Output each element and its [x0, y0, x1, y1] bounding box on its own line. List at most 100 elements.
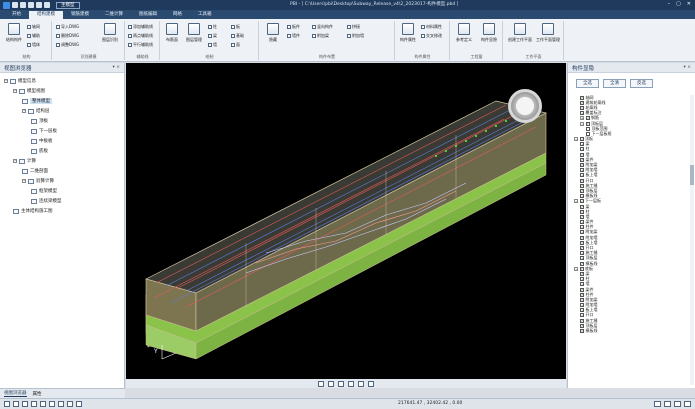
visibility-checkbox[interactable] — [580, 256, 584, 261]
material-properties-button[interactable]: 材料属性 — [421, 24, 442, 30]
layer-manage-button[interactable]: 图层管理 — [183, 23, 205, 43]
wall-button[interactable]: 墙体 — [27, 42, 40, 48]
invert-selection-button[interactable]: 反选 — [630, 79, 653, 88]
layer-recognition-button[interactable]: 图层识别 — [99, 23, 121, 43]
visibility-checkbox[interactable] — [579, 136, 584, 141]
component-wall-button[interactable]: 墙件 — [287, 33, 300, 39]
extra-wall-button[interactable]: 附加墙 — [347, 33, 364, 39]
scrollbar-thumb[interactable] — [690, 165, 694, 185]
expand-toggle-icon[interactable]: − — [574, 199, 578, 204]
visibility-checkbox[interactable] — [580, 173, 584, 178]
visibility-checkbox[interactable] — [580, 111, 584, 116]
view-iso-icon[interactable] — [358, 380, 364, 387]
visibility-checkbox[interactable] — [580, 183, 584, 188]
visibility-checkbox[interactable] — [580, 95, 584, 100]
foundation-button[interactable]: 基础 — [231, 33, 244, 39]
visibility-checkbox[interactable] — [580, 277, 584, 282]
view-grid-icon[interactable] — [368, 380, 374, 387]
view-tree-node[interactable]: 连续梁模型 — [0, 196, 124, 206]
visibility-checkbox[interactable] — [585, 116, 590, 121]
visibility-checkbox[interactable] — [579, 199, 584, 204]
visibility-checkbox[interactable] — [580, 162, 584, 167]
import-dwg-button[interactable]: 导入DWG — [56, 24, 79, 30]
wall-draw-button[interactable]: 墙 — [208, 42, 217, 48]
new-file-icon[interactable] — [12, 2, 18, 8]
layout-icon[interactable] — [76, 401, 82, 407]
expand-toggle-icon[interactable]: − — [580, 121, 584, 126]
component-visibility-button[interactable]: 构件显隐 — [478, 23, 500, 43]
panel-pin-close-icon[interactable]: ▾ × — [684, 65, 691, 70]
visibility-checkbox[interactable] — [580, 308, 584, 313]
expand-toggle-icon[interactable]: − — [22, 109, 26, 113]
expand-toggle-icon[interactable]: − — [4, 79, 8, 83]
settings-icon[interactable] — [674, 401, 681, 407]
expand-toggle-icon[interactable]: − — [574, 137, 578, 142]
view-tree-node[interactable]: 整体模型 — [0, 96, 124, 106]
component-properties-button[interactable]: 构件属性 — [397, 23, 419, 43]
view-cube[interactable] — [508, 89, 542, 123]
lineweight-icon[interactable] — [58, 401, 64, 407]
visibility-checkbox[interactable] — [580, 168, 584, 173]
visibility-checkbox[interactable] — [580, 318, 584, 323]
clear-all-button[interactable]: 全清 — [603, 79, 626, 88]
view-tree-node[interactable]: 中板板 — [0, 136, 124, 146]
visibility-checkbox[interactable] — [580, 100, 584, 105]
visibility-checkbox[interactable] — [580, 230, 584, 235]
splice-button[interactable]: 拼接 — [347, 24, 360, 30]
close-button[interactable]: ✕ — [687, 1, 691, 7]
render-icon[interactable] — [664, 401, 671, 407]
visibility-checkbox[interactable] — [586, 131, 590, 136]
save-icon[interactable] — [28, 2, 34, 8]
ribbon-tab[interactable]: 网格 — [165, 11, 190, 19]
view-tree-node[interactable]: − 模型信息 — [0, 76, 124, 86]
visibility-checkbox[interactable] — [580, 214, 584, 219]
view-front-icon[interactable] — [338, 380, 344, 387]
ribbon-tab[interactable]: 二维计算 — [97, 11, 131, 19]
parallel-aux-button[interactable]: 平行辅助线 — [128, 42, 153, 48]
3d-viewport[interactable]: Y — [126, 63, 566, 388]
visibility-checkbox[interactable] — [580, 147, 584, 152]
visibility-checkbox[interactable] — [580, 194, 584, 199]
minimize-button[interactable]: – — [668, 1, 671, 7]
view-tree-node[interactable]: 下一层板 — [0, 126, 124, 136]
view-tree-node[interactable]: − 计算 — [0, 156, 124, 166]
expand-toggle-icon[interactable]: − — [13, 89, 17, 93]
visibility-checkbox[interactable] — [580, 287, 584, 292]
view-tree-node[interactable]: 底板 — [0, 146, 124, 156]
visibility-checkbox[interactable] — [580, 178, 584, 183]
ribbon-tab[interactable]: 图纸编辑 — [131, 11, 165, 19]
fullscreen-icon[interactable] — [684, 401, 691, 407]
vertical-component-button[interactable]: 竖向构件 — [312, 24, 333, 30]
view-tree-node[interactable]: 主体结构施工图 — [0, 206, 124, 216]
ortho-icon[interactable] — [13, 401, 19, 407]
add-aux-line-button[interactable]: 添加辅助线 — [128, 24, 153, 30]
visibility-checkbox[interactable] — [580, 105, 584, 110]
column-button[interactable]: 柱 — [208, 24, 217, 30]
hide-button[interactable]: 隐藏 — [262, 23, 284, 43]
slab-button[interactable]: 板 — [231, 24, 240, 30]
cross-edit-button[interactable]: 交叉修改 — [421, 33, 442, 39]
panel-pin-close-icon[interactable]: ▾ × — [113, 65, 120, 70]
workplane-manage-button[interactable]: 工作平面管理 — [534, 23, 562, 43]
expand-toggle-icon[interactable]: + — [580, 116, 584, 121]
snap-icon[interactable] — [4, 401, 10, 407]
ribbon-tab[interactable]: 钢筋建模 — [63, 11, 97, 19]
structure-component-button[interactable]: 结构构件 — [3, 23, 25, 43]
view-tree-node[interactable]: 顶板 — [0, 116, 124, 126]
open-file-icon[interactable] — [20, 2, 26, 8]
edit-pen-icon[interactable] — [328, 380, 334, 387]
view-tree-node[interactable]: − 验算计算 — [0, 176, 124, 186]
expand-toggle-icon[interactable]: − — [574, 266, 578, 271]
visibility-checkbox[interactable] — [580, 261, 584, 266]
tab-properties[interactable]: 属性 — [33, 391, 42, 397]
expand-toggle-icon[interactable]: − — [22, 179, 26, 183]
visibility-checkbox[interactable] — [580, 292, 584, 297]
track-icon[interactable] — [49, 401, 55, 407]
model-space-icon[interactable] — [67, 401, 73, 407]
axis-grid-button[interactable]: 轴网 — [27, 24, 40, 30]
grid-snap-icon[interactable] — [22, 401, 28, 407]
view-side-icon[interactable] — [348, 380, 354, 387]
visibility-checkbox[interactable] — [579, 266, 584, 271]
visibility-checkbox[interactable] — [580, 313, 584, 318]
visibility-checkbox[interactable] — [580, 271, 584, 276]
